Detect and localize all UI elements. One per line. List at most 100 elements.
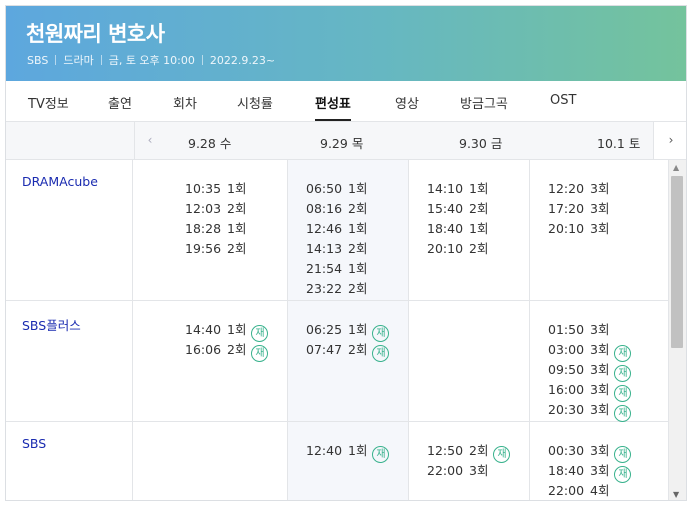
date-value: 10.1 xyxy=(597,136,625,151)
episode-number: 2회 xyxy=(469,201,489,216)
tab-ratings[interactable]: 시청률 xyxy=(237,93,273,112)
episode-number: 3회 xyxy=(469,463,489,478)
broadcast-entry[interactable]: 20:10 2회 xyxy=(427,238,488,257)
air-time: 22:00 xyxy=(427,463,464,478)
air-time: 10:35 xyxy=(185,181,222,196)
air-time: 18:40 xyxy=(548,463,585,478)
air-time: 19:56 xyxy=(185,241,222,256)
broadcast-entry[interactable]: 18:40 1회 xyxy=(427,218,488,237)
date-label[interactable]: 9.28 수 xyxy=(188,133,231,152)
vertical-scrollbar[interactable]: ▲ ▼ xyxy=(668,160,686,500)
broadcast-entry[interactable]: 07:47 2회 재 xyxy=(306,339,390,362)
tab-ost[interactable]: OST xyxy=(550,93,576,108)
broadcast-entry[interactable]: 16:06 2회 재 xyxy=(185,339,269,362)
broadcast-entry[interactable]: 20:30 3회 재 xyxy=(548,399,632,422)
episode-number: 2회 xyxy=(348,342,368,357)
rerun-badge: 재 xyxy=(251,345,269,362)
air-time: 18:28 xyxy=(185,221,222,236)
episode-number: 2회 xyxy=(227,342,247,357)
channel-name[interactable]: DRAMAcube xyxy=(22,174,98,189)
rerun-badge: 재 xyxy=(372,446,390,463)
weekday-value: 수 xyxy=(219,136,232,151)
episode-number: 3회 xyxy=(590,362,610,377)
tab-episodes[interactable]: 회차 xyxy=(173,93,197,112)
network-label: SBS xyxy=(27,53,49,67)
episode-number: 2회 xyxy=(469,241,489,256)
channel-row: SBS 12:40 1회 재 12:50 2회 재 22:00 3회 00:30 3회 재 18:… xyxy=(6,422,670,500)
episode-number: 1회 xyxy=(348,261,368,276)
broadcast-entry[interactable]: 01:50 3회 xyxy=(548,319,609,338)
broadcast-entry[interactable]: 17:20 3회 xyxy=(548,198,609,217)
broadcast-entry[interactable]: 08:16 2회 xyxy=(306,198,367,217)
air-time: 14:40 xyxy=(185,322,222,337)
channel-name[interactable]: SBS플러스 xyxy=(22,315,81,334)
scroll-down-icon[interactable]: ▼ xyxy=(673,490,679,499)
date-label[interactable]: 10.1 토 xyxy=(597,133,640,152)
episode-number: 2회 xyxy=(469,443,489,458)
broadcast-entry[interactable]: 12:46 1회 xyxy=(306,218,367,237)
broadcast-entry[interactable]: 12:03 2회 xyxy=(185,198,246,217)
tab-videos[interactable]: 영상 xyxy=(395,93,419,112)
air-time: 20:10 xyxy=(427,241,464,256)
air-time: 14:10 xyxy=(427,181,464,196)
episode-number: 1회 xyxy=(348,181,368,196)
episode-number: 1회 xyxy=(227,221,247,236)
day-cell: 12:50 2회 재 22:00 3회 xyxy=(408,422,530,500)
rerun-badge: 재 xyxy=(372,345,390,362)
air-time: 06:25 xyxy=(306,322,343,337)
day-cell: 00:30 3회 재 18:40 3회 재 22:00 4회 xyxy=(529,422,670,500)
day-cell: 14:10 1회 15:40 2회 18:40 1회 20:10 2회 xyxy=(408,160,530,300)
broadcast-entry[interactable]: 19:56 2회 xyxy=(185,238,246,257)
prev-date-button[interactable]: ‹ xyxy=(134,122,165,159)
broadcast-entry[interactable]: 22:00 3회 xyxy=(427,460,488,479)
scrollbar-thumb[interactable] xyxy=(671,176,683,348)
air-time: 12:03 xyxy=(185,201,222,216)
broadcast-entry[interactable]: 12:40 1회 재 xyxy=(306,440,390,463)
weekday-value: 목 xyxy=(351,136,364,151)
date-label[interactable]: 9.30 금 xyxy=(459,133,502,152)
episode-number: 1회 xyxy=(469,181,489,196)
scroll-up-icon[interactable]: ▲ xyxy=(673,163,679,172)
air-time: 12:20 xyxy=(548,181,585,196)
air-time: 07:47 xyxy=(306,342,343,357)
broadcast-entry[interactable]: 20:10 3회 xyxy=(548,218,609,237)
day-cell xyxy=(132,422,288,500)
air-time: 21:54 xyxy=(306,261,343,276)
episode-number: 3회 xyxy=(590,443,610,458)
broadcast-entry[interactable]: 15:40 2회 xyxy=(427,198,488,217)
broadcast-entry[interactable]: 14:10 1회 xyxy=(427,178,488,197)
air-time: 08:16 xyxy=(306,201,343,216)
chevron-left-icon: ‹ xyxy=(147,133,153,147)
date-value: 9.30 xyxy=(459,136,487,151)
tab-songs[interactable]: 방금그곡 xyxy=(460,93,508,112)
next-date-button[interactable]: › xyxy=(653,122,686,159)
episode-number: 2회 xyxy=(227,241,247,256)
tab-tv-info[interactable]: TV정보 xyxy=(28,93,69,112)
episode-number: 1회 xyxy=(348,221,368,236)
episode-number: 2회 xyxy=(348,281,368,296)
broadcast-entry[interactable]: 22:00 4회 xyxy=(548,480,609,499)
broadcast-entry[interactable]: 21:54 1회 xyxy=(306,258,367,277)
day-cell: 10:35 1회 12:03 2회 18:28 1회 19:56 2회 xyxy=(132,160,288,300)
air-time: 12:40 xyxy=(306,443,343,458)
air-time: 16:00 xyxy=(548,382,585,397)
air-time: 01:50 xyxy=(548,322,585,337)
tab-schedule[interactable]: 편성표 xyxy=(315,93,351,121)
episode-number: 1회 xyxy=(227,322,247,337)
date-label[interactable]: 9.29 목 xyxy=(320,133,363,152)
broadcast-entry[interactable]: 18:28 1회 xyxy=(185,218,246,237)
channel-name[interactable]: SBS xyxy=(22,436,46,451)
tab-bar: TV정보 출연 회차 시청률 편성표 영상 방금그곡 OST xyxy=(6,81,686,122)
program-title[interactable]: 천원짜리 변호사 xyxy=(26,18,165,48)
episode-number: 3회 xyxy=(590,342,610,357)
broadcast-entry[interactable]: 23:22 2회 xyxy=(306,278,367,297)
broadcast-entry[interactable]: 12:20 3회 xyxy=(548,178,609,197)
day-cell: 01:50 3회 03:00 3회 재 09:50 3회 재 16:00 3회 재 20:30 3회 재 xyxy=(529,301,670,422)
schedule-panel: 천원짜리 변호사 SBS 드라마 금, 토 오후 10:00 2022.9.23… xyxy=(5,5,687,501)
tab-cast[interactable]: 출연 xyxy=(108,93,132,112)
broadcast-entry[interactable]: 14:13 2회 xyxy=(306,238,367,257)
episode-number: 3회 xyxy=(590,221,610,236)
broadcast-entry[interactable]: 10:35 1회 xyxy=(185,178,246,197)
episode-number: 2회 xyxy=(348,201,368,216)
broadcast-entry[interactable]: 06:50 1회 xyxy=(306,178,367,197)
